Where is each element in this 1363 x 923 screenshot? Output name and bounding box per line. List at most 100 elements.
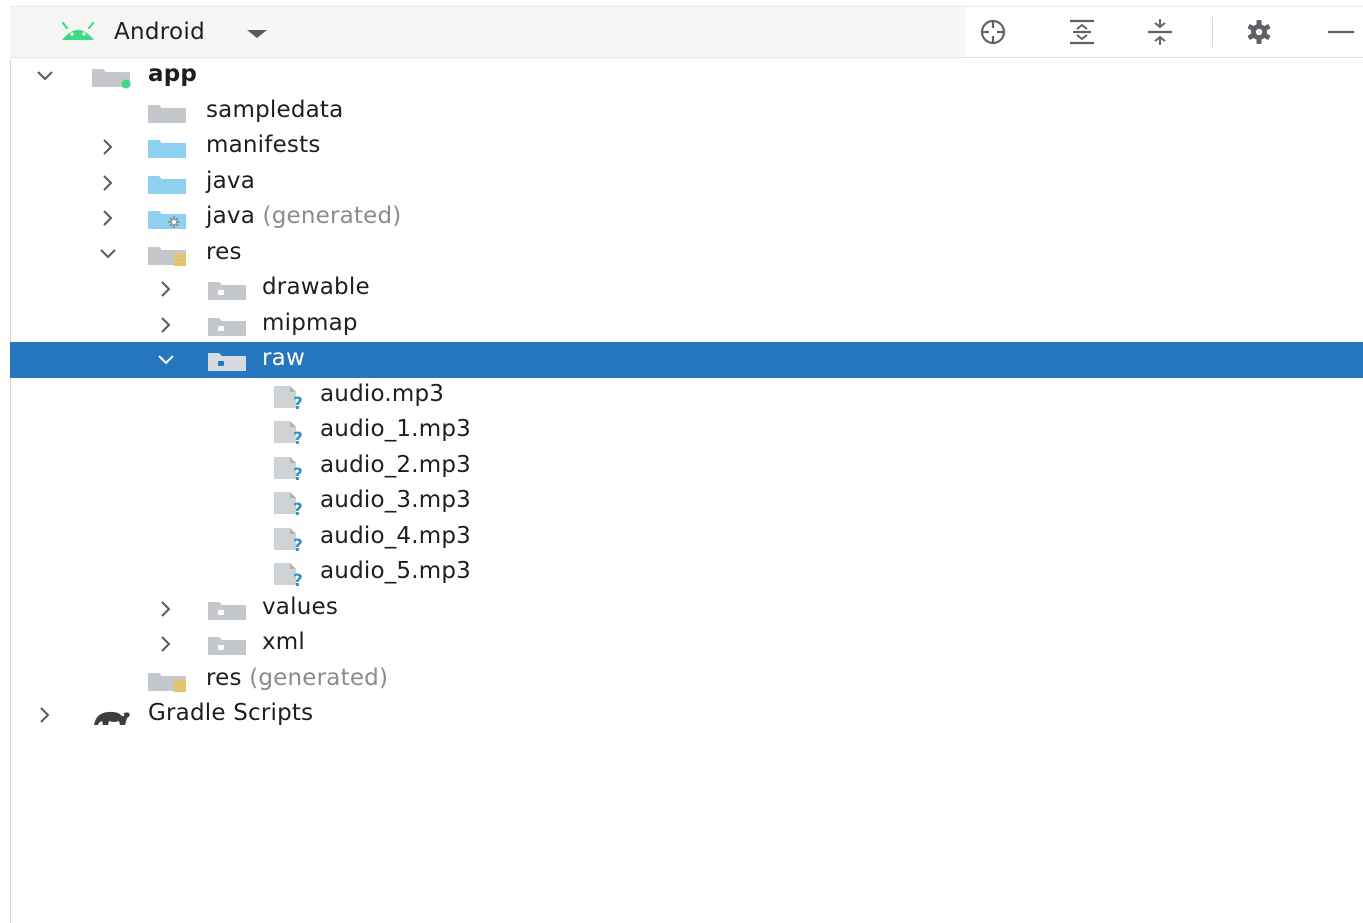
svg-text:?: ?	[293, 536, 303, 551]
chevron-right-icon[interactable]	[98, 137, 118, 157]
project-view-label: Android	[114, 19, 206, 45]
tree-node-label: manifests	[206, 132, 321, 158]
tree-node-label: xml	[262, 629, 305, 655]
unknown-file-icon: ?	[274, 457, 303, 480]
tree-row-java-generated[interactable]: java (generated)	[10, 200, 1363, 236]
tree-node-label: Gradle Scripts	[148, 700, 313, 726]
tree-node-name: drawable	[262, 274, 370, 300]
chevron-down-icon[interactable]	[156, 350, 176, 370]
project-view-selector[interactable]: Android	[58, 15, 268, 49]
unknown-file-icon: ?	[274, 492, 303, 515]
unknown-file-icon: ?	[274, 563, 303, 586]
tree-row-audio-3-mp3[interactable]: ? audio_3.mp3	[10, 484, 1363, 520]
locate-icon	[980, 19, 1006, 45]
chevron-right-icon[interactable]	[98, 208, 118, 228]
tree-row-raw[interactable]: raw	[10, 342, 1363, 378]
tree-node-label: audio_3.mp3	[320, 487, 471, 513]
tree-node-name: res	[206, 665, 242, 691]
tree-node-label: audio_2.mp3	[320, 452, 471, 478]
tree-node-label: audio_4.mp3	[320, 523, 471, 549]
tree-node-name: xml	[262, 629, 306, 655]
tree-node-name: res	[206, 239, 242, 265]
package-folder-icon	[208, 282, 246, 300]
tree-node-name: Gradle Scripts	[148, 700, 314, 726]
tree-row-xml[interactable]: xml	[10, 626, 1363, 662]
tree-node-suffix: (generated)	[262, 203, 402, 229]
module-folder-icon	[92, 69, 131, 89]
tree-node-name: mipmap	[262, 310, 358, 336]
tree-row-mipmap[interactable]: mipmap	[10, 307, 1363, 343]
gear-icon	[1247, 20, 1271, 44]
tree-node-label: java (generated)	[206, 203, 401, 229]
tree-node-label: res	[206, 239, 242, 265]
resource-folder-icon	[148, 673, 186, 692]
tree-node-name: audio.mp3	[320, 381, 445, 407]
folder-icon	[148, 105, 186, 123]
tree-node-name: raw	[262, 345, 305, 371]
svg-text:?: ?	[293, 429, 303, 444]
toolbar-separator	[1212, 17, 1213, 47]
tree-row-audio-2-mp3[interactable]: ? audio_2.mp3	[10, 449, 1363, 485]
tree-row-drawable[interactable]: drawable	[10, 271, 1363, 307]
tree-node-label: sampledata	[206, 97, 343, 123]
tree-node-name: sampledata	[206, 97, 344, 123]
svg-text:?: ?	[293, 465, 303, 480]
tree-node-name: values	[262, 594, 339, 620]
settings-button[interactable]	[1243, 16, 1275, 48]
android-icon	[61, 22, 95, 40]
tree-node-label: app	[148, 61, 197, 87]
tree-row-res[interactable]: res	[10, 236, 1363, 272]
chevron-right-icon[interactable]	[98, 173, 118, 193]
gradle-icon	[94, 711, 130, 725]
resource-folder-icon	[148, 247, 186, 266]
unknown-file-icon: ?	[274, 386, 303, 409]
tree-row-gradle-scripts[interactable]: Gradle Scripts	[10, 697, 1363, 733]
tree-row-audio-5-mp3[interactable]: ? audio_5.mp3	[10, 555, 1363, 591]
tree-row-java[interactable]: java	[10, 165, 1363, 201]
tree-node-name: audio_5.mp3	[320, 558, 472, 584]
tree-node-label: audio_5.mp3	[320, 558, 471, 584]
package-folder-icon	[208, 602, 246, 620]
source-folder-icon	[148, 140, 186, 158]
tree-node-name: java	[206, 168, 255, 194]
tree-row-res-generated[interactable]: res (generated)	[10, 662, 1363, 698]
chevron-right-icon[interactable]	[156, 634, 176, 654]
tree-node-label: values	[262, 594, 338, 620]
tree-node-label: audio.mp3	[320, 381, 444, 407]
tree-row-values[interactable]: values	[10, 591, 1363, 627]
tree-row-audio-mp3[interactable]: ? audio.mp3	[10, 378, 1363, 414]
tree-node-label: raw	[262, 345, 305, 371]
chevron-right-icon[interactable]	[156, 599, 176, 619]
tree-row-app[interactable]: app	[10, 58, 1363, 94]
package-folder-icon	[208, 637, 246, 655]
collapse-all-button[interactable]	[1144, 16, 1176, 48]
chevron-down-icon[interactable]	[35, 66, 55, 86]
hide-button[interactable]	[1325, 16, 1357, 48]
chevron-right-icon[interactable]	[156, 315, 176, 335]
tree-row-sampledata[interactable]: sampledata	[10, 94, 1363, 130]
source-folder-icon	[148, 176, 186, 194]
project-toolbar: Android	[10, 7, 1363, 58]
tree-node-label: java	[206, 168, 255, 194]
tree-row-audio-1-mp3[interactable]: ? audio_1.mp3	[10, 413, 1363, 449]
tree-node-label: mipmap	[262, 310, 358, 336]
svg-text:?: ?	[293, 394, 303, 409]
toolbar-actions	[965, 7, 1363, 57]
unknown-file-icon: ?	[274, 421, 303, 444]
locate-button[interactable]	[977, 16, 1009, 48]
tree-node-label: audio_1.mp3	[320, 416, 471, 442]
package-folder-icon	[208, 318, 246, 336]
tree-row-audio-4-mp3[interactable]: ? audio_4.mp3	[10, 520, 1363, 556]
tree-node-name: manifests	[206, 132, 321, 158]
chevron-right-icon[interactable]	[156, 279, 176, 299]
expand-all-icon	[1070, 19, 1094, 45]
tree-node-name: java	[206, 203, 255, 229]
tree-node-suffix: (generated)	[249, 665, 389, 691]
chevron-down-icon[interactable]	[98, 244, 118, 264]
tree-node-name: audio_3.mp3	[320, 487, 472, 513]
minimize-icon	[1327, 30, 1355, 34]
chevron-right-icon[interactable]	[35, 705, 55, 725]
tree-row-manifests[interactable]: manifests	[10, 129, 1363, 165]
expand-all-button[interactable]	[1066, 16, 1098, 48]
tree-node-name: audio_4.mp3	[320, 523, 472, 549]
